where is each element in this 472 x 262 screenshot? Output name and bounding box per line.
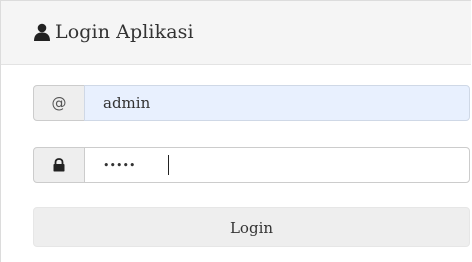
at-sign-icon: @	[33, 85, 85, 121]
password-input-group	[33, 147, 470, 183]
panel-heading: Login Aplikasi	[1, 1, 471, 65]
text-cursor	[168, 155, 169, 175]
lock-icon	[33, 147, 85, 183]
login-panel: Login Aplikasi @ Login	[0, 0, 471, 262]
panel-title: Login Aplikasi	[55, 21, 194, 43]
username-field[interactable]	[84, 85, 470, 121]
username-input-group: @	[33, 85, 470, 121]
user-icon	[33, 23, 51, 41]
password-field[interactable]	[84, 147, 470, 183]
login-button[interactable]: Login	[33, 207, 470, 247]
